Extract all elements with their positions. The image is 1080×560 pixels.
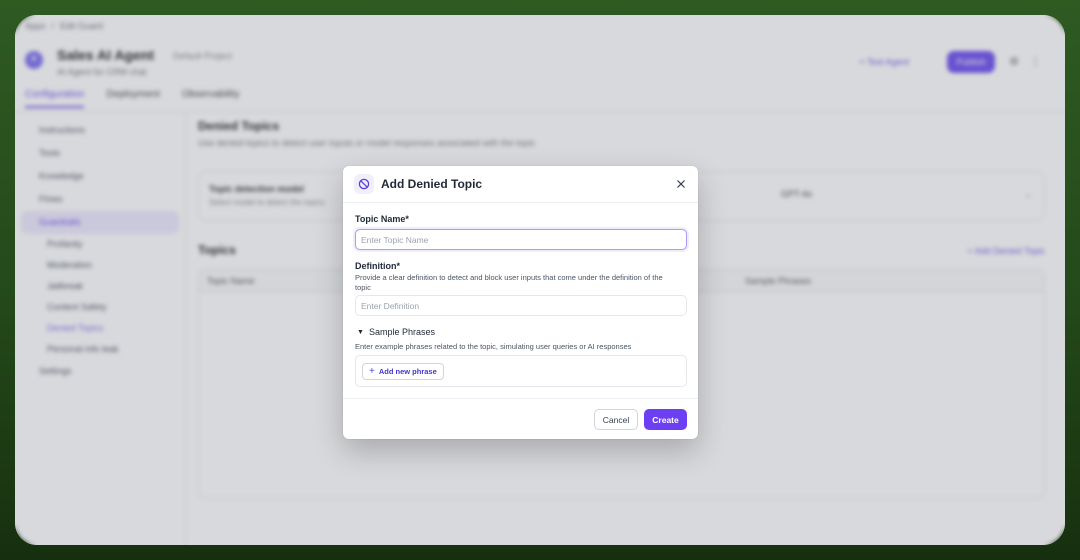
create-button[interactable]: Create <box>644 409 687 430</box>
definition-label: Definition* <box>355 261 400 271</box>
dialog-title: Add Denied Topic <box>381 177 483 191</box>
close-icon[interactable] <box>674 177 688 191</box>
dialog-footer-divider <box>343 398 698 399</box>
cancel-button[interactable]: Cancel <box>594 409 638 430</box>
dialog-header: Add Denied Topic <box>343 166 698 203</box>
add-new-phrase-label: Add new phrase <box>378 367 437 376</box>
sample-phrases-help-text: Enter example phrases related to the top… <box>355 342 632 351</box>
sample-phrases-toggle[interactable]: ▼ Sample Phrases <box>357 327 435 337</box>
sample-phrases-label: Sample Phrases <box>368 327 435 337</box>
add-denied-topic-dialog: Add Denied Topic Topic Name* Definition*… <box>343 166 698 439</box>
topic-name-input[interactable] <box>355 229 687 250</box>
caret-down-icon: ▼ <box>357 328 364 336</box>
definition-help-text: Provide a clear definition to detect and… <box>355 273 663 292</box>
definition-input[interactable] <box>355 295 687 316</box>
block-icon <box>354 174 374 194</box>
app-window: Apps / Edit Guard ✦ Sales AI Agent Defau… <box>15 15 1065 545</box>
topic-name-label: Topic Name* <box>355 214 409 224</box>
sample-phrases-box: + Add new phrase <box>355 355 687 387</box>
add-new-phrase-button[interactable]: + Add new phrase <box>362 363 444 380</box>
plus-icon: + <box>369 365 375 377</box>
